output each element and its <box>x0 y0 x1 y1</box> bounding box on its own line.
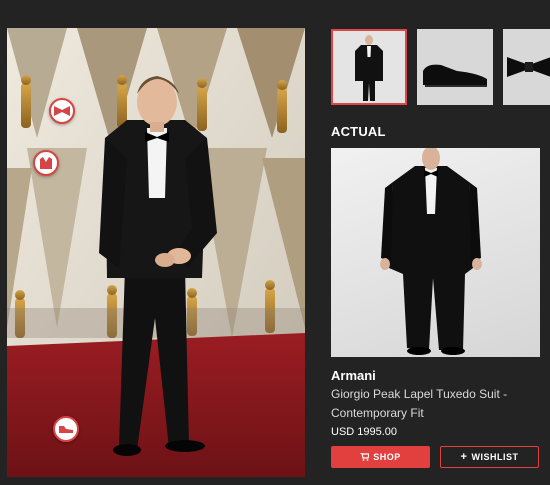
product-image <box>331 148 540 357</box>
bowtie-thumb-icon <box>503 29 550 105</box>
bowtie-hotspot[interactable] <box>49 98 75 124</box>
plus-icon: + <box>460 450 468 463</box>
product-brand: Armani <box>331 368 376 383</box>
wishlist-button-label: WISHLIST <box>471 452 519 462</box>
shoe-hotspot[interactable] <box>53 416 79 442</box>
wishlist-button[interactable]: + WISHLIST <box>440 446 539 468</box>
thumbnail-tuxedo[interactable] <box>331 29 407 105</box>
bowtie-icon <box>54 106 70 116</box>
shoe-icon <box>59 426 73 433</box>
jacket-hotspot[interactable] <box>33 150 59 176</box>
red-carpet-photo <box>7 28 305 477</box>
thumbnail-shoe[interactable] <box>417 29 493 105</box>
shoe-thumb-icon <box>417 29 493 105</box>
jacket-icon <box>40 157 52 169</box>
shop-button[interactable]: SHOP <box>331 446 430 468</box>
tuxedo-thumb-icon <box>333 31 405 103</box>
product-price: USD 1995.00 <box>331 426 398 438</box>
product-name: Giorgio Peak Lapel Tuxedo Suit - Contemp… <box>331 387 508 420</box>
main-photo <box>7 28 305 477</box>
shop-button-label: SHOP <box>373 452 401 462</box>
tuxedo-suit-image <box>380 148 482 355</box>
thumbnail-bowtie[interactable] <box>503 29 550 105</box>
section-label: ACTUAL <box>331 124 386 139</box>
cart-icon <box>360 453 370 461</box>
